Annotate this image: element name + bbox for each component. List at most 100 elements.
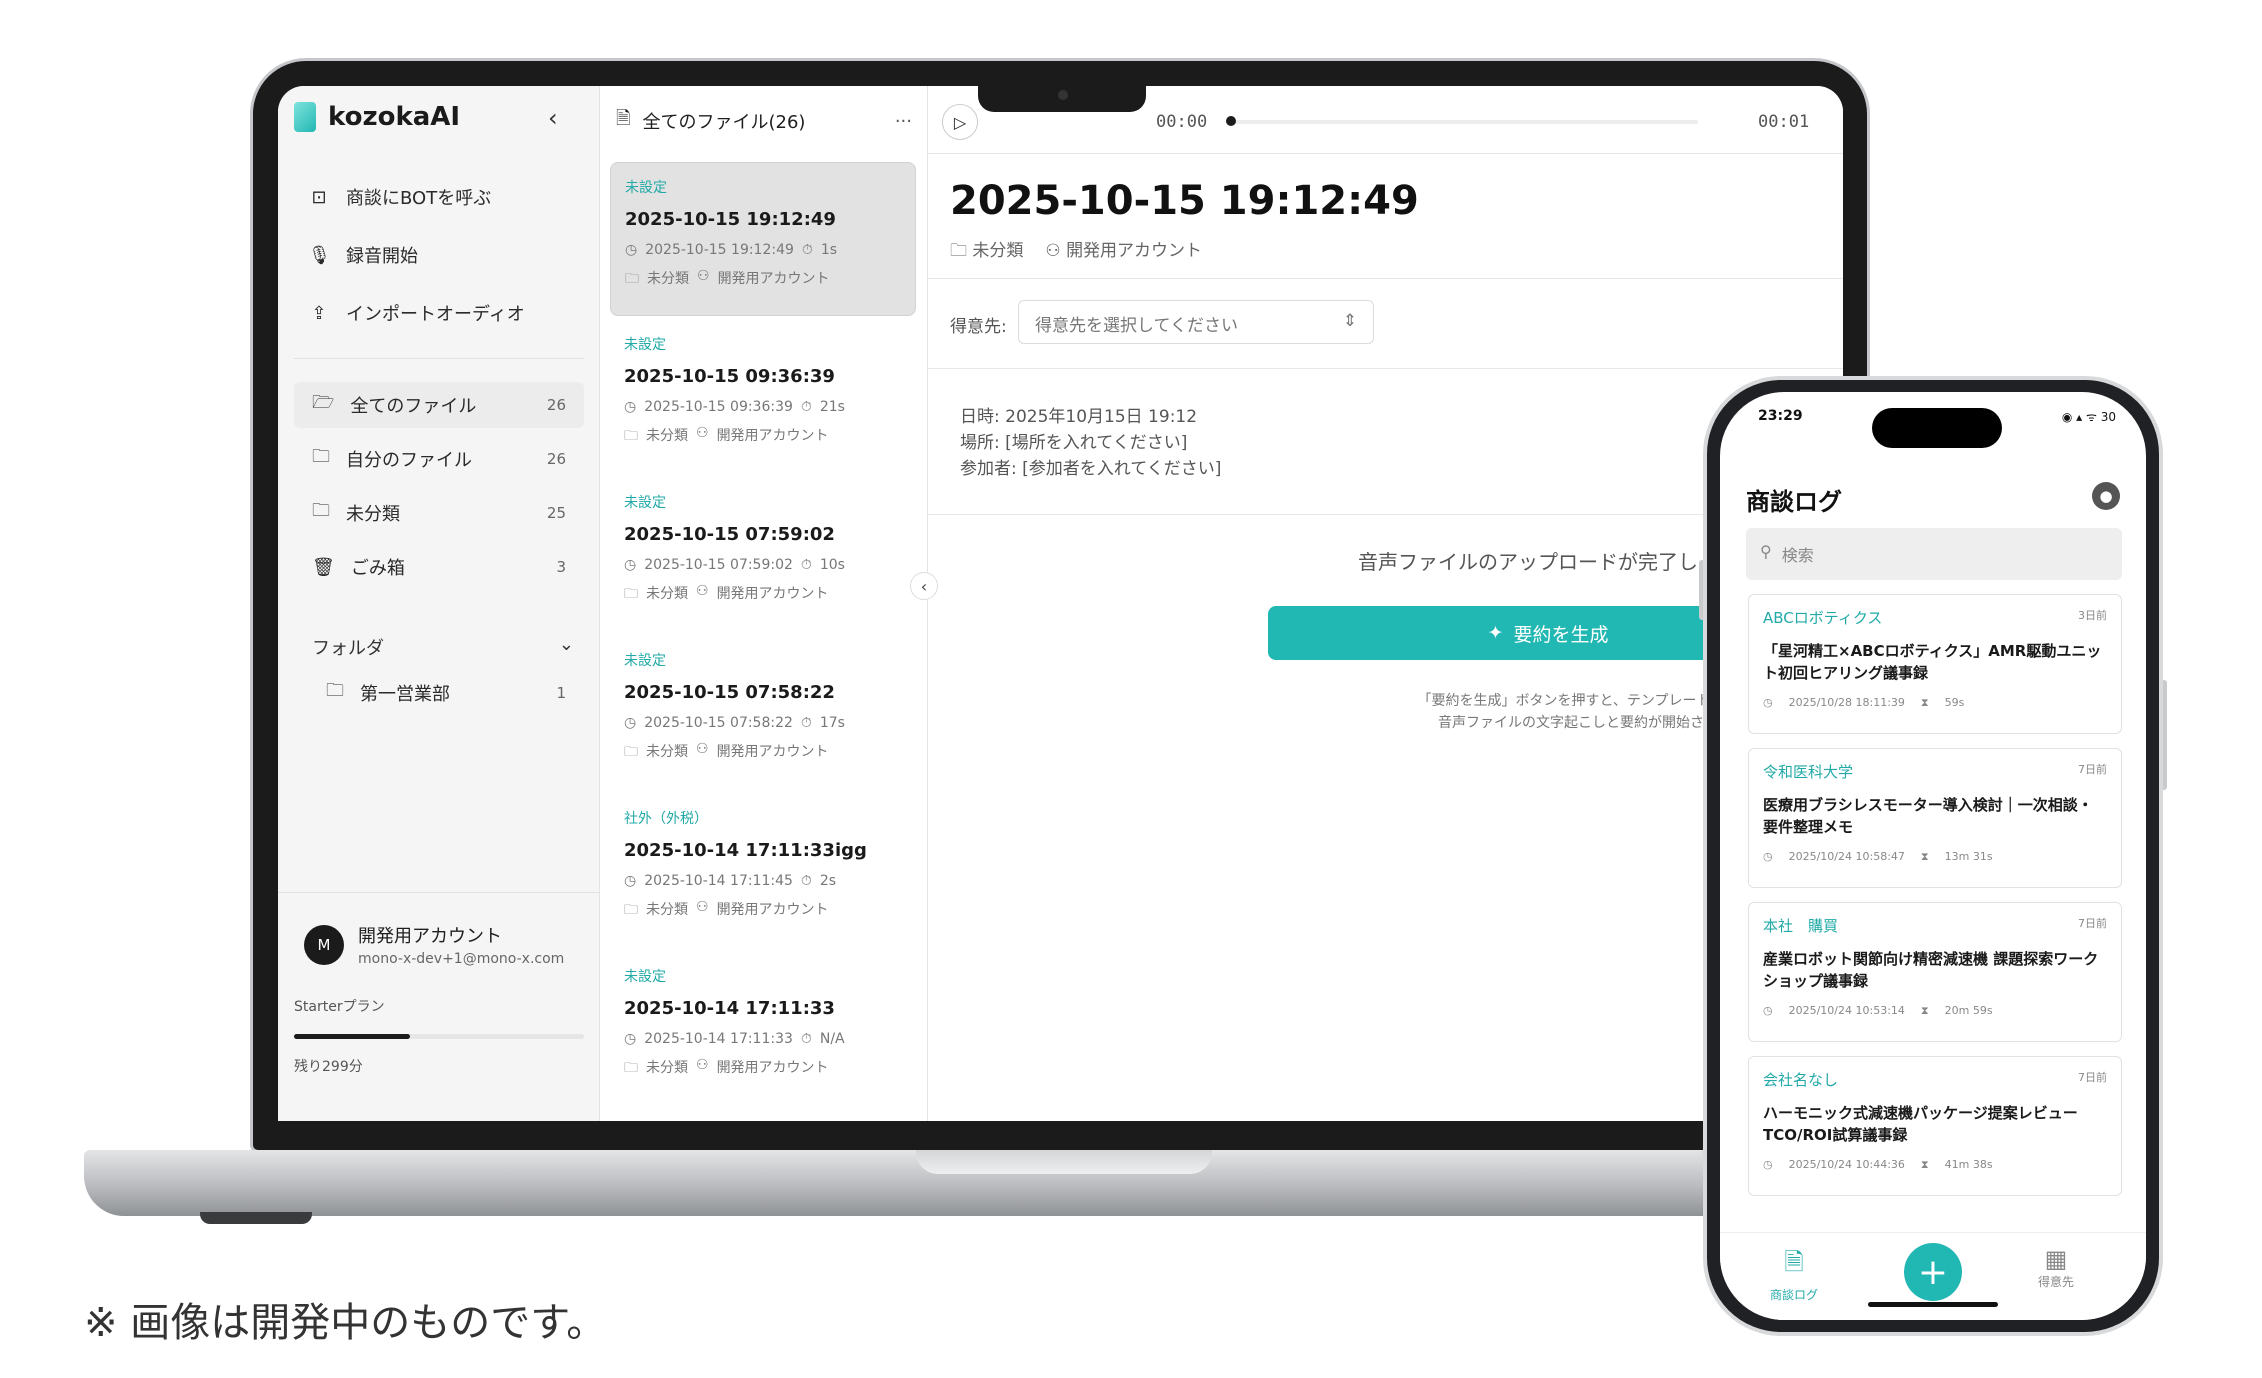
nav-uncategorized[interactable]: 🗀 未分類 25 (294, 490, 584, 536)
nav-count: 26 (546, 396, 566, 414)
folder-icon: 🗀 (624, 428, 638, 444)
nav-all-files[interactable]: 🗁 全てのファイル 26 (294, 382, 584, 428)
clock-icon: ◷ (624, 1031, 637, 1047)
folder-item[interactable]: 🗀 第一営業部 1 (308, 670, 584, 716)
play-button[interactable]: ▷ (942, 104, 978, 140)
meeting-datetime: 2025/10/24 10:44:36 (1788, 1158, 1905, 1171)
file-list: 🗎 全てのファイル(26) ··· 未設定 2025-10-15 19:12:49… (600, 86, 928, 1121)
file-meta: 🗀 未分類 ⚇ 開発用アカウント (624, 899, 902, 923)
hourglass-icon: ⧗ (1920, 1158, 1929, 1171)
meeting-datetime: 2025/10/24 10:58:47 (1788, 850, 1905, 863)
folder-icon: 🗀 (624, 744, 638, 760)
user-icon: ⚇ (696, 899, 709, 915)
file-duration: 10s (819, 557, 845, 573)
file-card[interactable]: 未設定 2025-10-14 17:11:33 ◷ 2025-10-14 17:11:… (610, 952, 916, 1106)
document-icon: 🗎 (1784, 1248, 1804, 1276)
folders-toggle[interactable]: フォルダ ⌄ (312, 634, 574, 660)
file-card[interactable]: 未設定 2025-10-15 07:58:22 ◷ 2025-10-15 07:58:… (610, 636, 916, 790)
bot-label: 商談にBOTを呼ぶ (346, 188, 492, 209)
meeting-place: 場所: [場所を入れてください] (960, 433, 1188, 453)
nav-my-files[interactable]: 🗀 自分のファイル 26 (294, 436, 584, 482)
customer-placeholder: 得意先を選択してください (1035, 316, 1238, 336)
timer-icon: ⏱ (800, 557, 812, 573)
meeting-meta: ◷ 2025/10/24 10:53:14 ⧗ 20m 59s (1763, 1004, 2107, 1018)
bot-icon: ⊡ (311, 186, 327, 208)
timer-icon: ⏱ (800, 873, 812, 889)
card-header: 令和医科大学 7日前 (1763, 761, 2107, 782)
account-email: mono-x-dev+1@mono-x.com (358, 951, 565, 967)
nav-trash[interactable]: 🗑 ごみ箱 3 (294, 544, 584, 590)
clock-icon: ◷ (1763, 850, 1773, 863)
file-card[interactable]: 未設定 2025-10-15 09:36:39 ◷ 2025-10-15 09:36:… (610, 320, 916, 474)
meeting-duration: 59s (1944, 696, 1965, 709)
file-folder: 未分類 (646, 1060, 688, 1076)
meeting-card[interactable]: 令和医科大学 7日前 医療用ブラシレスモーター導入検討｜一次相談・要件整理メモ ◷ 20… (1748, 748, 2122, 888)
file-owner: 開発用アカウント (716, 902, 829, 918)
file-folder: 未分類 (646, 902, 688, 918)
account-menu[interactable]: M 開発用アカウント mono-x-dev+1@mono-x.com (304, 922, 564, 967)
more-menu-button[interactable]: ··· (895, 111, 912, 132)
file-card[interactable]: 未設定 2025-10-15 07:59:02 ◷ 2025-10-15 07:59:… (610, 478, 916, 632)
folder-icon: 🗀 (312, 446, 330, 467)
user-icon: ⚇ (1045, 241, 1061, 261)
customer-label: 得意先: (950, 317, 1007, 337)
timer-icon: ⏱ (800, 715, 812, 731)
timer-icon: ⏱ (801, 242, 813, 258)
owner-name: 開発用アカウント (1066, 241, 1203, 261)
add-button[interactable]: + (1904, 1243, 1962, 1301)
file-owner: 開発用アカウント (716, 428, 829, 444)
user-icon[interactable]: ● (2092, 482, 2120, 510)
file-list-title: 全てのファイル(26) (642, 112, 806, 133)
logo-icon (294, 102, 316, 132)
clock-icon: ◷ (1763, 1004, 1773, 1017)
nav-label: 全てのファイル (350, 396, 477, 417)
file-meta: 🗀 未分類 ⚇ 開発用アカウント (624, 583, 902, 607)
meeting-info[interactable]: 日時: 2025年10月15日 19:12 場所: [場所を入れてください] 参… (960, 404, 1221, 482)
category-tag: 未設定 (624, 337, 666, 353)
file-title: 2025-10-15 19:12:49 (625, 209, 836, 230)
collapse-list-button[interactable]: ‹ (910, 572, 938, 600)
usage-bar (294, 1034, 584, 1039)
tab-customers[interactable]: ▦ 得意先 (2038, 1245, 2074, 1290)
seek-bar[interactable] (1228, 120, 1698, 124)
company-name: 会社名なし (1763, 1071, 1839, 1089)
folder-tag[interactable]: 🗀 未分類 (950, 236, 1023, 267)
file-duration: 21s (819, 399, 845, 415)
import-audio-button[interactable]: ⇪ インポートオーディオ (308, 300, 578, 326)
file-meta: 🗀 未分類 ⚇ 開発用アカウント (624, 425, 902, 449)
user-icon: ⚇ (696, 583, 709, 599)
clock-icon: ◷ (625, 242, 638, 258)
folder-label: 第一営業部 (360, 684, 450, 705)
file-card[interactable]: 未設定 2025-10-15 19:12:49 ◷ 2025-10-15 19:12:… (610, 162, 916, 316)
collapse-sidebar-button[interactable]: ‹ (548, 104, 558, 132)
divider (928, 278, 1843, 279)
file-datetime: 2025-10-14 17:11:33 (644, 1031, 793, 1047)
file-owner: 開発用アカウント (716, 1060, 829, 1076)
customer-select[interactable]: 得意先を選択してください ⇕ (1018, 300, 1374, 344)
meeting-card[interactable]: 本社 購買 7日前 産業ロボット関節向け精密減速機 課題探索ワークショップ議事録 ◷ 2… (1748, 902, 2122, 1042)
folder-icon: 🗀 (326, 680, 344, 701)
app-logo[interactable]: kozokaAI (294, 102, 460, 132)
total-time: 00:01 (1758, 112, 1810, 132)
record-label: 録音開始 (346, 246, 418, 267)
dynamic-island (1872, 408, 2002, 448)
current-time: 00:00 (1156, 112, 1208, 132)
seek-handle[interactable] (1226, 116, 1236, 126)
file-card[interactable]: 社外（外税） 2025-10-14 17:11:33igg ◷ 2025-10-14 … (610, 794, 916, 948)
file-meta: 🗀 未分類 ⚇ 開発用アカウント (624, 741, 902, 765)
record-button[interactable]: 🎙 録音開始 (308, 242, 578, 268)
tab-log[interactable]: 🗎 商談ログ (1770, 1245, 1818, 1303)
bot-button[interactable]: ⊡ 商談にBOTを呼ぶ (308, 184, 578, 210)
import-label: インポートオーディオ (346, 304, 525, 325)
file-title: 2025-10-15 07:58:22 (624, 682, 835, 703)
meeting-title: ハーモニック式減速機パッケージ提案レビュー TCO/ROI試算議事録 (1763, 1104, 2078, 1144)
search-input[interactable]: ⚲ 検索 (1746, 528, 2122, 580)
chevron-down-icon: ⌄ (558, 634, 574, 655)
file-duration: 2s (819, 873, 837, 889)
sparkle-icon: ✦ (1487, 622, 1504, 644)
meeting-card[interactable]: 会社名なし 7日前ハーモニック式減速機パッケージ提案レビュー TCO/ROI試算議… (1748, 1056, 2122, 1196)
clock-icon: ◷ (624, 715, 637, 731)
file-owner: 開発用アカウント (716, 586, 829, 602)
relative-time: 7日前 (2078, 1071, 2107, 1084)
meeting-card[interactable]: ABCロボティクス 3日前 「星河精工×ABCロボティクス」AMR駆動ユニット初回ヒ… (1748, 594, 2122, 734)
